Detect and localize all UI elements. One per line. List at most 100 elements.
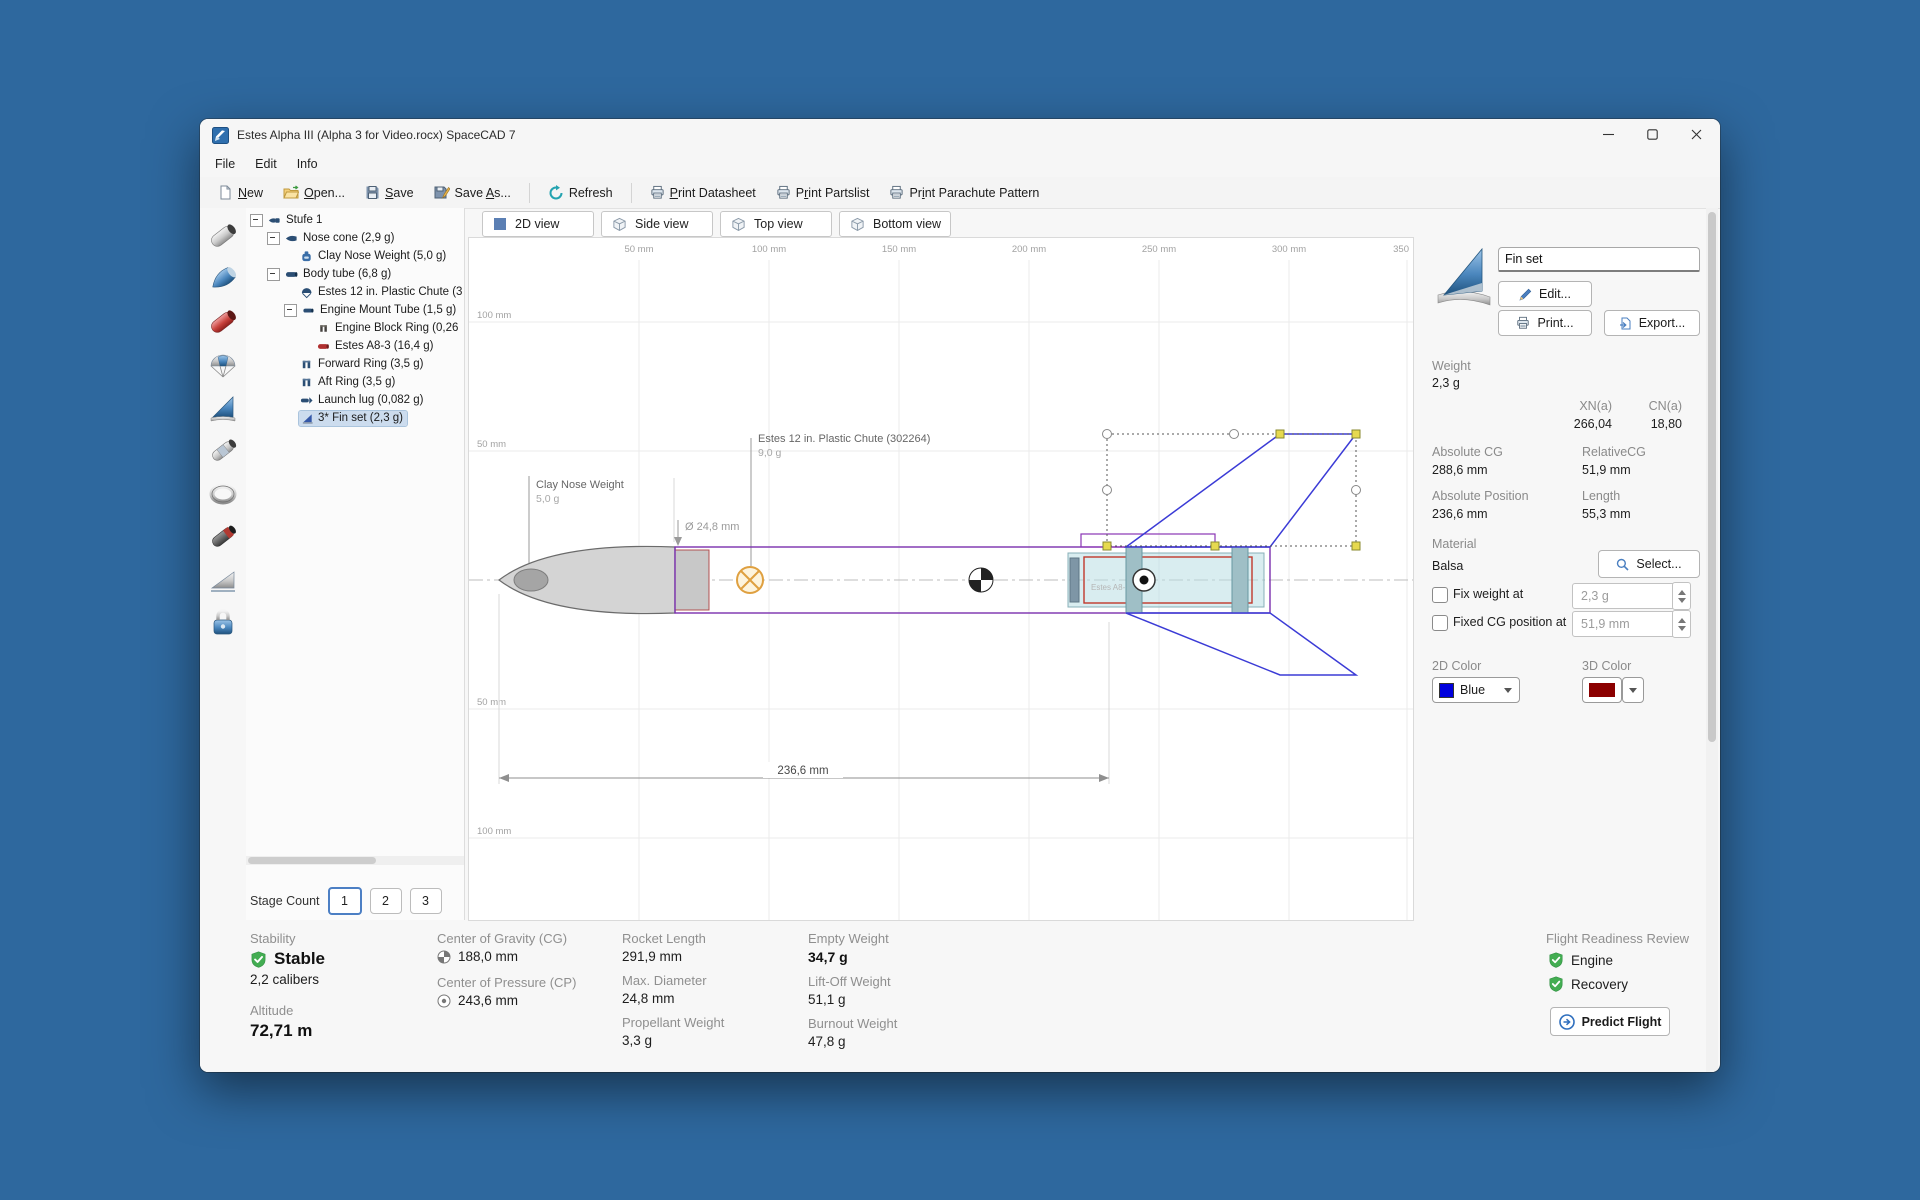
collapse-icon[interactable] <box>284 304 297 317</box>
cg-cp-block: Center of Gravity (CG) 188,0 mm Center o… <box>437 931 576 1019</box>
title-bar[interactable]: Estes Alpha III (Alpha 3 for Video.rocx)… <box>200 119 1720 151</box>
tree-item-aft-ring[interactable]: Aft Ring (3,5 g) <box>246 373 464 391</box>
fix-weight-label: Fix weight at <box>1453 587 1523 601</box>
ruler-label: 50 mm <box>477 697 506 708</box>
part-payload-icon[interactable] <box>207 607 239 639</box>
stability-value: Stable <box>274 949 325 969</box>
nose-cone-icon <box>284 232 299 245</box>
fixed-cg-input[interactable]: 51,9 mm <box>1572 611 1678 637</box>
tree-item-body-tube[interactable]: Body tube (6,8 g) <box>246 265 464 283</box>
tree-item-nose-cone[interactable]: Nose cone (2,9 g) <box>246 229 464 247</box>
2d-color-dropdown[interactable]: Blue <box>1432 677 1520 703</box>
save-as-button[interactable]: Save As... <box>426 181 519 204</box>
scrollbar-thumb[interactable] <box>248 857 376 864</box>
minimize-button[interactable] <box>1586 119 1630 150</box>
fin-icon <box>300 412 315 425</box>
part-ring-icon[interactable] <box>207 478 239 510</box>
cp-label: Center of Pressure (CP) <box>437 975 576 990</box>
edit-button[interactable]: Edit... <box>1498 281 1592 307</box>
part-motor-icon[interactable] <box>207 521 239 553</box>
select-material-button[interactable]: Select... <box>1598 550 1700 578</box>
tree-horizontal-scrollbar[interactable] <box>246 856 464 865</box>
open-button[interactable]: Open... <box>275 181 353 204</box>
stage-count-3-button[interactable]: 3 <box>410 888 442 914</box>
open-folder-icon <box>283 185 299 200</box>
fin-lower-shape[interactable] <box>1126 613 1356 675</box>
aft-ring-shape[interactable] <box>1232 547 1248 613</box>
panel-vertical-scrollbar[interactable] <box>1706 208 1718 1072</box>
altitude-label: Altitude <box>250 1003 325 1018</box>
fin-selection[interactable] <box>1103 430 1361 551</box>
fixed-cg-stepper[interactable] <box>1672 610 1691 638</box>
fix-weight-input[interactable]: 2,3 g <box>1572 583 1678 609</box>
selection-resize-handles[interactable] <box>1103 430 1360 550</box>
parachute-symbol[interactable] <box>737 567 763 593</box>
engine-block-ring-shape[interactable] <box>1070 558 1079 602</box>
tree-item-engine-block-ring[interactable]: Engine Block Ring (0,26 <box>246 319 464 337</box>
menu-info[interactable]: Info <box>288 154 327 174</box>
print-partslist-button[interactable]: Print Partslist <box>768 181 878 204</box>
refresh-icon <box>548 185 564 201</box>
menu-edit[interactable]: Edit <box>246 154 286 174</box>
stage-count-1-button[interactable]: 1 <box>328 887 362 915</box>
fix-weight-stepper[interactable] <box>1672 582 1691 610</box>
collapse-icon[interactable] <box>250 214 263 227</box>
design-canvas[interactable]: 50 mm 100 mm 150 mm 200 mm 250 mm 300 mm… <box>468 237 1414 921</box>
tree-item-fin-set[interactable]: 3* Fin set (2,3 g) <box>246 409 464 427</box>
collapse-icon[interactable] <box>267 232 280 245</box>
ruler-label: 100 mm <box>477 310 511 321</box>
launch-lug-shape[interactable] <box>1081 534 1215 547</box>
part-nose-cone-icon[interactable] <box>207 263 239 295</box>
part-fin-icon[interactable] <box>207 392 239 424</box>
fin-preview-image <box>1432 243 1494 311</box>
rocket-drawing[interactable]: Estes A8-3 <box>499 434 1356 675</box>
fix-weight-checkbox[interactable] <box>1432 587 1448 603</box>
3d-color-dropdown[interactable] <box>1622 677 1644 703</box>
fixed-cg-checkbox[interactable] <box>1432 615 1448 631</box>
app-icon <box>212 127 229 144</box>
cna-label: CN(a) <box>1622 399 1682 413</box>
tree-item-plastic-chute[interactable]: Estes 12 in. Plastic Chute (3 <box>246 283 464 301</box>
tree-item-forward-ring[interactable]: Forward Ring (3,5 g) <box>246 355 464 373</box>
tree-item-estes-a8-3[interactable]: Estes A8-3 (16,4 g) <box>246 337 464 355</box>
tree-item-clay-nose-weight[interactable]: Clay Nose Weight (5,0 g) <box>246 247 464 265</box>
tab-2d-view[interactable]: 2D view <box>482 211 594 237</box>
export-button[interactable]: Export... <box>1604 310 1700 336</box>
predict-flight-button[interactable]: Predict Flight <box>1550 1007 1670 1036</box>
cube-icon <box>731 217 746 232</box>
refresh-button[interactable]: Refresh <box>540 181 621 205</box>
tree-item-engine-mount-tube[interactable]: Engine Mount Tube (1,5 g) <box>246 301 464 319</box>
stage-count-2-button[interactable]: 2 <box>370 888 402 914</box>
selection-rotate-handles[interactable] <box>1103 430 1361 495</box>
part-engine-tube-icon[interactable] <box>207 306 239 338</box>
menu-file[interactable]: File <box>206 154 244 174</box>
clay-nose-weight-shape[interactable] <box>514 569 548 591</box>
tree-item-launch-lug[interactable]: Launch lug (0,082 g) <box>246 391 464 409</box>
part-name-input[interactable] <box>1498 247 1700 272</box>
tree-item-stage[interactable]: Stufe 1 <box>246 211 464 229</box>
scrollbar-thumb[interactable] <box>1708 212 1716 742</box>
toolbar-separator <box>529 183 530 203</box>
part-fin-plate-icon[interactable] <box>207 564 239 596</box>
part-body-tube-icon[interactable] <box>207 220 239 252</box>
body-tube-icon <box>284 268 299 281</box>
tab-top-view[interactable]: Top view <box>720 211 832 237</box>
print-button[interactable]: Print... <box>1498 310 1592 336</box>
tab-side-view[interactable]: Side view <box>601 211 713 237</box>
print-datasheet-button[interactable]: Print Datasheet <box>642 181 764 204</box>
save-button[interactable]: Save <box>357 181 422 204</box>
cube-icon <box>612 217 627 232</box>
collapse-icon[interactable] <box>267 268 280 281</box>
cp-icon <box>437 994 451 1008</box>
3d-color-swatch-box[interactable] <box>1582 677 1622 703</box>
part-tube-coupler-icon[interactable] <box>207 435 239 467</box>
tab-bottom-view[interactable]: Bottom view <box>839 211 951 237</box>
part-parachute-icon[interactable] <box>207 349 239 381</box>
print-parachute-pattern-button[interactable]: Print Parachute Pattern <box>881 181 1047 204</box>
length-dimension: 236,6 mm <box>499 594 1109 784</box>
new-button[interactable]: New <box>210 181 271 204</box>
cube-icon <box>850 217 865 232</box>
maximize-button[interactable] <box>1630 119 1674 150</box>
length-value: 55,3 mm <box>1582 507 1631 521</box>
close-button[interactable] <box>1674 119 1718 150</box>
